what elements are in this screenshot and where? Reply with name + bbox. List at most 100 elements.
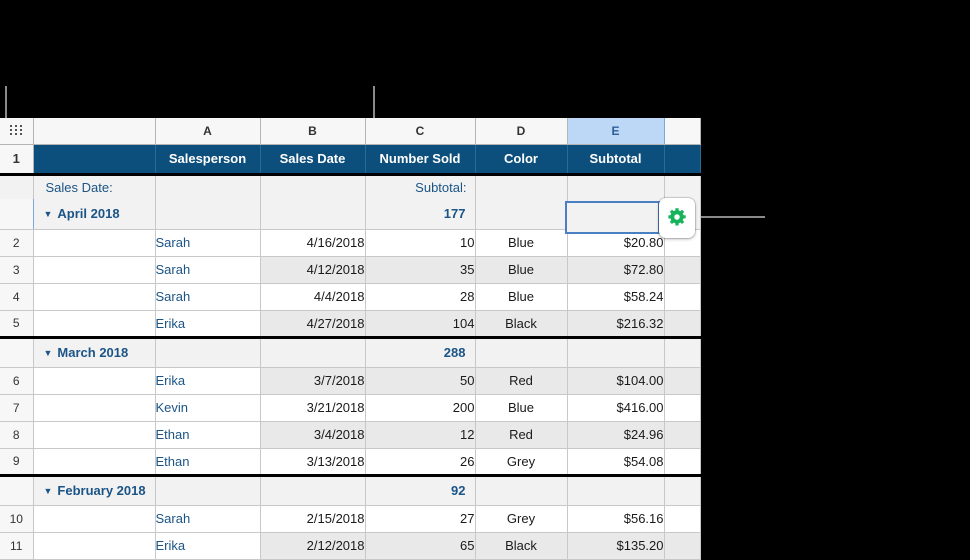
cell-color[interactable]: Blue <box>475 394 568 422</box>
cell-subtotal[interactable]: $58.24 <box>567 283 665 311</box>
disclosure-triangle-icon[interactable]: ▼ <box>44 348 53 358</box>
row-header-5[interactable]: 5 <box>0 310 34 339</box>
column-header-a[interactable]: A <box>155 118 261 145</box>
cell-salesperson[interactable]: Erika <box>155 310 261 339</box>
cell-category[interactable] <box>33 505 156 533</box>
row-header-8[interactable]: 8 <box>0 421 34 449</box>
header-cell-color[interactable]: Color <box>475 144 568 176</box>
column-header-b[interactable]: B <box>260 118 366 145</box>
cell-subtotal[interactable]: $72.80 <box>567 256 665 284</box>
table-row[interactable]: 5 Erika 4/27/2018 104 Black $216.32 <box>0 310 701 339</box>
cell-salesperson[interactable]: Ethan <box>155 448 261 477</box>
row-header-6[interactable]: 6 <box>0 367 34 395</box>
row-header-2[interactable]: 2 <box>0 229 34 257</box>
header-cell-category[interactable] <box>33 144 156 176</box>
disclosure-triangle-icon[interactable]: ▼ <box>44 209 53 219</box>
cell-number-sold[interactable]: 104 <box>365 310 476 339</box>
cell-number-sold[interactable]: 65 <box>365 532 476 560</box>
table-row[interactable]: 11 Erika 2/12/2018 65 Black $135.20 <box>0 532 701 560</box>
cell-category[interactable] <box>33 367 156 395</box>
cell-extra[interactable] <box>664 532 701 560</box>
cell-color[interactable]: Red <box>475 421 568 449</box>
cell-extra[interactable] <box>664 283 701 311</box>
cell-sales-date[interactable]: 2/15/2018 <box>260 505 366 533</box>
cell-sales-date[interactable]: 3/13/2018 <box>260 448 366 477</box>
group-name-march[interactable]: ▼ March 2018 <box>33 337 156 368</box>
column-header-d[interactable]: D <box>475 118 568 145</box>
column-header-c[interactable]: C <box>365 118 476 145</box>
cell-subtotal[interactable]: $104.00 <box>567 367 665 395</box>
header-cell-sales-date[interactable]: Sales Date <box>260 144 366 176</box>
cell-category[interactable] <box>33 256 156 284</box>
cell-number-sold[interactable]: 10 <box>365 229 476 257</box>
cell-category[interactable] <box>33 421 156 449</box>
column-header-e[interactable]: E <box>566 118 665 145</box>
table-row[interactable]: 4 Sarah 4/4/2018 28 Blue $58.24 <box>0 283 701 311</box>
cell-sales-date[interactable]: 4/4/2018 <box>260 283 366 311</box>
table-row[interactable]: 9 Ethan 3/13/2018 26 Grey $54.08 <box>0 448 701 477</box>
selected-cell-outline[interactable] <box>565 201 660 234</box>
row-header-9[interactable]: 9 <box>0 448 34 477</box>
cell-color[interactable]: Blue <box>475 256 568 284</box>
table-corner-handle[interactable] <box>0 118 34 145</box>
cell-subtotal[interactable]: $54.08 <box>567 448 665 477</box>
cell-extra[interactable] <box>664 505 701 533</box>
cell-salesperson[interactable]: Sarah <box>155 256 261 284</box>
cell-salesperson[interactable]: Ethan <box>155 421 261 449</box>
header-cell-subtotal[interactable]: Subtotal <box>567 144 665 176</box>
cell-extra[interactable] <box>664 448 701 477</box>
cell-color[interactable]: Grey <box>475 448 568 477</box>
cell-salesperson[interactable]: Kevin <box>155 394 261 422</box>
row-header-11[interactable]: 11 <box>0 532 34 560</box>
cell-category[interactable] <box>33 229 156 257</box>
cell-color[interactable]: Black <box>475 310 568 339</box>
row-header-10[interactable]: 10 <box>0 505 34 533</box>
cell-extra[interactable] <box>664 310 701 339</box>
cell-extra[interactable] <box>664 394 701 422</box>
cell-subtotal[interactable]: $24.96 <box>567 421 665 449</box>
cell-number-sold[interactable]: 200 <box>365 394 476 422</box>
cell-salesperson[interactable]: Erika <box>155 367 261 395</box>
table-row[interactable]: 8 Ethan 3/4/2018 12 Red $24.96 <box>0 421 701 449</box>
cell-sales-date[interactable]: 3/21/2018 <box>260 394 366 422</box>
cell-category[interactable] <box>33 532 156 560</box>
cell-subtotal[interactable]: $56.16 <box>567 505 665 533</box>
row-header-1[interactable]: 1 <box>0 144 34 176</box>
cell-category[interactable] <box>33 448 156 477</box>
cell-number-sold[interactable]: 35 <box>365 256 476 284</box>
cell-number-sold[interactable]: 50 <box>365 367 476 395</box>
header-cell-blank[interactable] <box>664 144 701 176</box>
cell-category[interactable] <box>33 394 156 422</box>
cell-number-sold[interactable]: 28 <box>365 283 476 311</box>
cell-extra[interactable] <box>664 421 701 449</box>
cell-subtotal[interactable]: $416.00 <box>567 394 665 422</box>
row-header-blank-b[interactable] <box>0 337 34 368</box>
group-name-february[interactable]: ▼ February 2018 <box>33 475 156 506</box>
cell-salesperson[interactable]: Sarah <box>155 283 261 311</box>
table-row[interactable]: 7 Kevin 3/21/2018 200 Blue $416.00 <box>0 394 701 422</box>
cell-subtotal[interactable]: $216.32 <box>567 310 665 339</box>
header-cell-salesperson[interactable]: Salesperson <box>155 144 261 176</box>
row-header-blank-c[interactable] <box>0 475 34 506</box>
cell-color[interactable]: Black <box>475 532 568 560</box>
table-row[interactable]: 6 Erika 3/7/2018 50 Red $104.00 <box>0 367 701 395</box>
cell-color[interactable]: Grey <box>475 505 568 533</box>
cell-color[interactable]: Red <box>475 367 568 395</box>
cell-salesperson[interactable]: Sarah <box>155 505 261 533</box>
cell-extra[interactable] <box>664 367 701 395</box>
cell-number-sold[interactable]: 12 <box>365 421 476 449</box>
cell-sales-date[interactable]: 4/27/2018 <box>260 310 366 339</box>
disclosure-triangle-icon[interactable]: ▼ <box>44 486 53 496</box>
cell-sales-date[interactable]: 2/12/2018 <box>260 532 366 560</box>
cell-sales-date[interactable]: 4/16/2018 <box>260 229 366 257</box>
table-row[interactable]: 3 Sarah 4/12/2018 35 Blue $72.80 <box>0 256 701 284</box>
cell-category[interactable] <box>33 310 156 339</box>
cell-salesperson[interactable]: Sarah <box>155 229 261 257</box>
cell-subtotal[interactable]: $135.20 <box>567 532 665 560</box>
table-row[interactable]: 10 Sarah 2/15/2018 27 Grey $56.16 <box>0 505 701 533</box>
column-header-f[interactable] <box>664 118 701 145</box>
cell-color[interactable]: Blue <box>475 283 568 311</box>
gear-button[interactable] <box>659 198 695 238</box>
group-name-april[interactable]: ▼ April 2018 <box>33 199 156 230</box>
cell-category[interactable] <box>33 283 156 311</box>
